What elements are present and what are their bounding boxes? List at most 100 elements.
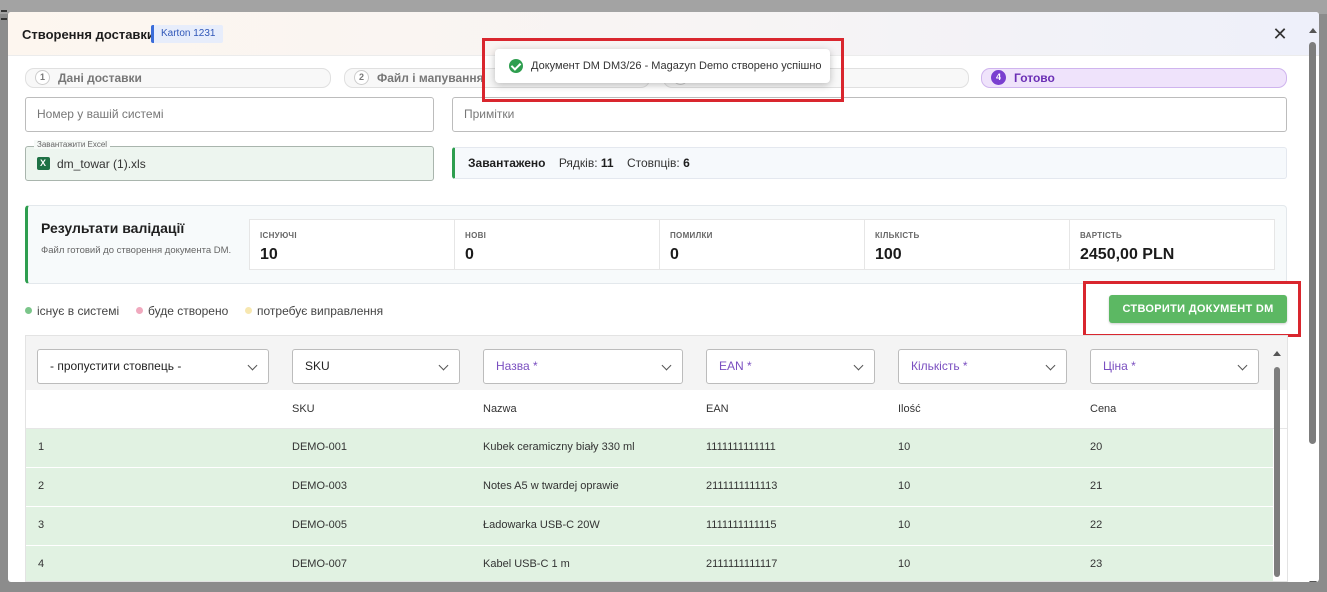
legend-dot-yellow [245, 307, 252, 314]
stat-value: 2450,00 PLN [1080, 246, 1175, 263]
step-number: 4 [991, 70, 1006, 85]
table-cell: 10 [898, 558, 911, 570]
excel-upload-field[interactable]: Завантажити Excel dm_towar (1).xls [25, 140, 434, 181]
table-cell: 20 [1090, 441, 1103, 453]
table-row[interactable]: 3 DEMO-005 Ładowarka USB-C 20W 111111111… [26, 507, 1273, 546]
table-cell: 2 [38, 480, 45, 492]
background-overlay [0, 582, 1327, 592]
select-value: Назва * [496, 359, 538, 373]
mapping-select-col3[interactable]: Назва * [483, 349, 683, 384]
table-scroll-thumb[interactable] [1274, 367, 1280, 577]
table-cell: 10 [898, 519, 911, 531]
step-label: Файл і мапування [377, 71, 484, 85]
stat-label: КІЛЬКІСТЬ [875, 231, 920, 240]
stat-value: 0 [670, 246, 679, 263]
table-cell: 1111111111111 [706, 441, 776, 453]
chevron-down-icon [247, 360, 258, 371]
table-cell: 2111111111113 [706, 480, 778, 492]
rows-label: Рядків: [558, 156, 598, 170]
select-value: - пропустити стовпець - [50, 359, 182, 373]
table-cell: Notes A5 w twardej oprawie [483, 480, 619, 492]
table-cell: 1 [38, 441, 45, 453]
loaded-status-text: Завантажено [468, 156, 546, 170]
table-row[interactable]: 4 DEMO-007 Kabel USB-C 1 m 2111111111117… [26, 546, 1273, 581]
mapping-select-col5[interactable]: Кількість * [898, 349, 1067, 384]
mapping-select-col2[interactable]: SKU [292, 349, 460, 384]
chevron-down-icon [661, 360, 672, 371]
stat-value: 10 [260, 246, 278, 263]
stat-label: ВАРТІСТЬ [1080, 231, 1123, 240]
step-label: Дані доставки [58, 71, 142, 85]
stat-errors: ПОМИЛКИ 0 [659, 219, 865, 270]
step-number: 2 [354, 70, 369, 85]
chevron-down-icon [1045, 360, 1056, 371]
validation-results-panel: Результати валідації Файл готовий до ств… [25, 205, 1287, 284]
validation-title: Результати валідації [41, 220, 185, 236]
legend-label: потребує виправлення [257, 304, 384, 318]
stat-new: НОВІ 0 [454, 219, 660, 270]
select-value: Кількість * [911, 359, 968, 373]
validation-subtitle: Файл готовий до створення документа DM. [41, 245, 232, 256]
notes-input[interactable]: Примітки [452, 97, 1287, 132]
header-cell: Nazwa [483, 403, 517, 415]
stat-label: ПОМИЛКИ [670, 231, 713, 240]
stat-existing: ІСНУЮЧІ 10 [249, 219, 455, 270]
upload-label: Завантажити Excel [34, 140, 111, 149]
menu-icon [1, 10, 7, 20]
modal-scrollbar[interactable] [1307, 24, 1319, 582]
legend-dot-green [25, 307, 32, 314]
table-cell: Ładowarka USB-C 20W [483, 519, 600, 531]
stat-value: 100 [875, 246, 902, 263]
mapping-select-col6[interactable]: Ціна * [1090, 349, 1259, 384]
upload-file-name: dm_towar (1).xls [57, 157, 146, 171]
legend-label: існує в системі [37, 304, 120, 318]
stat-label: ІСНУЮЧІ [260, 231, 297, 240]
step-done[interactable]: 4 Готово [981, 68, 1287, 88]
header-cell: EAN [706, 403, 729, 415]
system-number-input[interactable]: Номер у вашій системі [25, 97, 434, 132]
table-cell: Kubek ceramiczny biały 330 ml [483, 441, 635, 453]
step-label: Готово [1014, 71, 1055, 85]
scroll-up-arrow-icon[interactable] [1273, 351, 1281, 356]
table-row[interactable]: 2 DEMO-003 Notes A5 w twardej oprawie 21… [26, 468, 1273, 507]
stat-value-total: ВАРТІСТЬ 2450,00 PLN [1069, 219, 1275, 270]
modal-scroll-thumb[interactable] [1309, 42, 1316, 444]
table-cell: DEMO-005 [292, 519, 348, 531]
header-cell: SKU [292, 403, 315, 415]
table-cell: 4 [38, 558, 45, 570]
table-scrollbar[interactable] [1273, 349, 1281, 581]
table-cell: DEMO-001 [292, 441, 348, 453]
rows-value: 11 [600, 156, 614, 170]
cols-value: 6 [683, 156, 690, 170]
step-delivery-data[interactable]: 1 Дані доставки [25, 68, 331, 88]
chevron-down-icon [853, 360, 864, 371]
scroll-up-arrow-icon[interactable] [1309, 28, 1317, 33]
cols-label: Стовпців: [626, 156, 680, 170]
excel-file-icon [37, 157, 50, 170]
stat-value: 0 [465, 246, 474, 263]
select-value: SKU [305, 359, 330, 373]
table-cell: 10 [898, 480, 911, 492]
scroll-down-arrow-icon[interactable] [1309, 581, 1317, 582]
chevron-down-icon [1237, 360, 1248, 371]
close-icon[interactable]: ✕ [1272, 25, 1288, 43]
table-cell: 21 [1090, 480, 1103, 492]
table-cell: 23 [1090, 558, 1103, 570]
table-header-row: SKU Nazwa EAN Ilość Cena [26, 390, 1287, 429]
create-delivery-modal: Створення доставки Karton 1231 ✕ 1 Дані д… [8, 12, 1319, 582]
modal-title: Створення доставки [22, 27, 155, 42]
table-cell: 2111111111117 [706, 558, 778, 570]
table-row[interactable]: 1 DEMO-001 Kubek ceramiczny biały 330 ml… [26, 429, 1273, 468]
select-value: EAN * [719, 359, 752, 373]
legend-existing: існує в системі [25, 304, 119, 318]
table-cell: 3 [38, 519, 45, 531]
step-number: 1 [35, 70, 50, 85]
mapping-select-col1[interactable]: - пропустити стовпець - [37, 349, 269, 384]
mapping-select-col4[interactable]: EAN * [706, 349, 875, 384]
header-cell: Ilość [898, 403, 921, 415]
legend-needs-fix: потребує виправлення [245, 304, 383, 318]
table-cell: Kabel USB-C 1 m [483, 558, 570, 570]
import-table: - пропустити стовпець - SKU Назва * EAN … [25, 335, 1288, 582]
header-cell: Cena [1090, 403, 1117, 415]
highlight-frame-toast [482, 38, 844, 102]
